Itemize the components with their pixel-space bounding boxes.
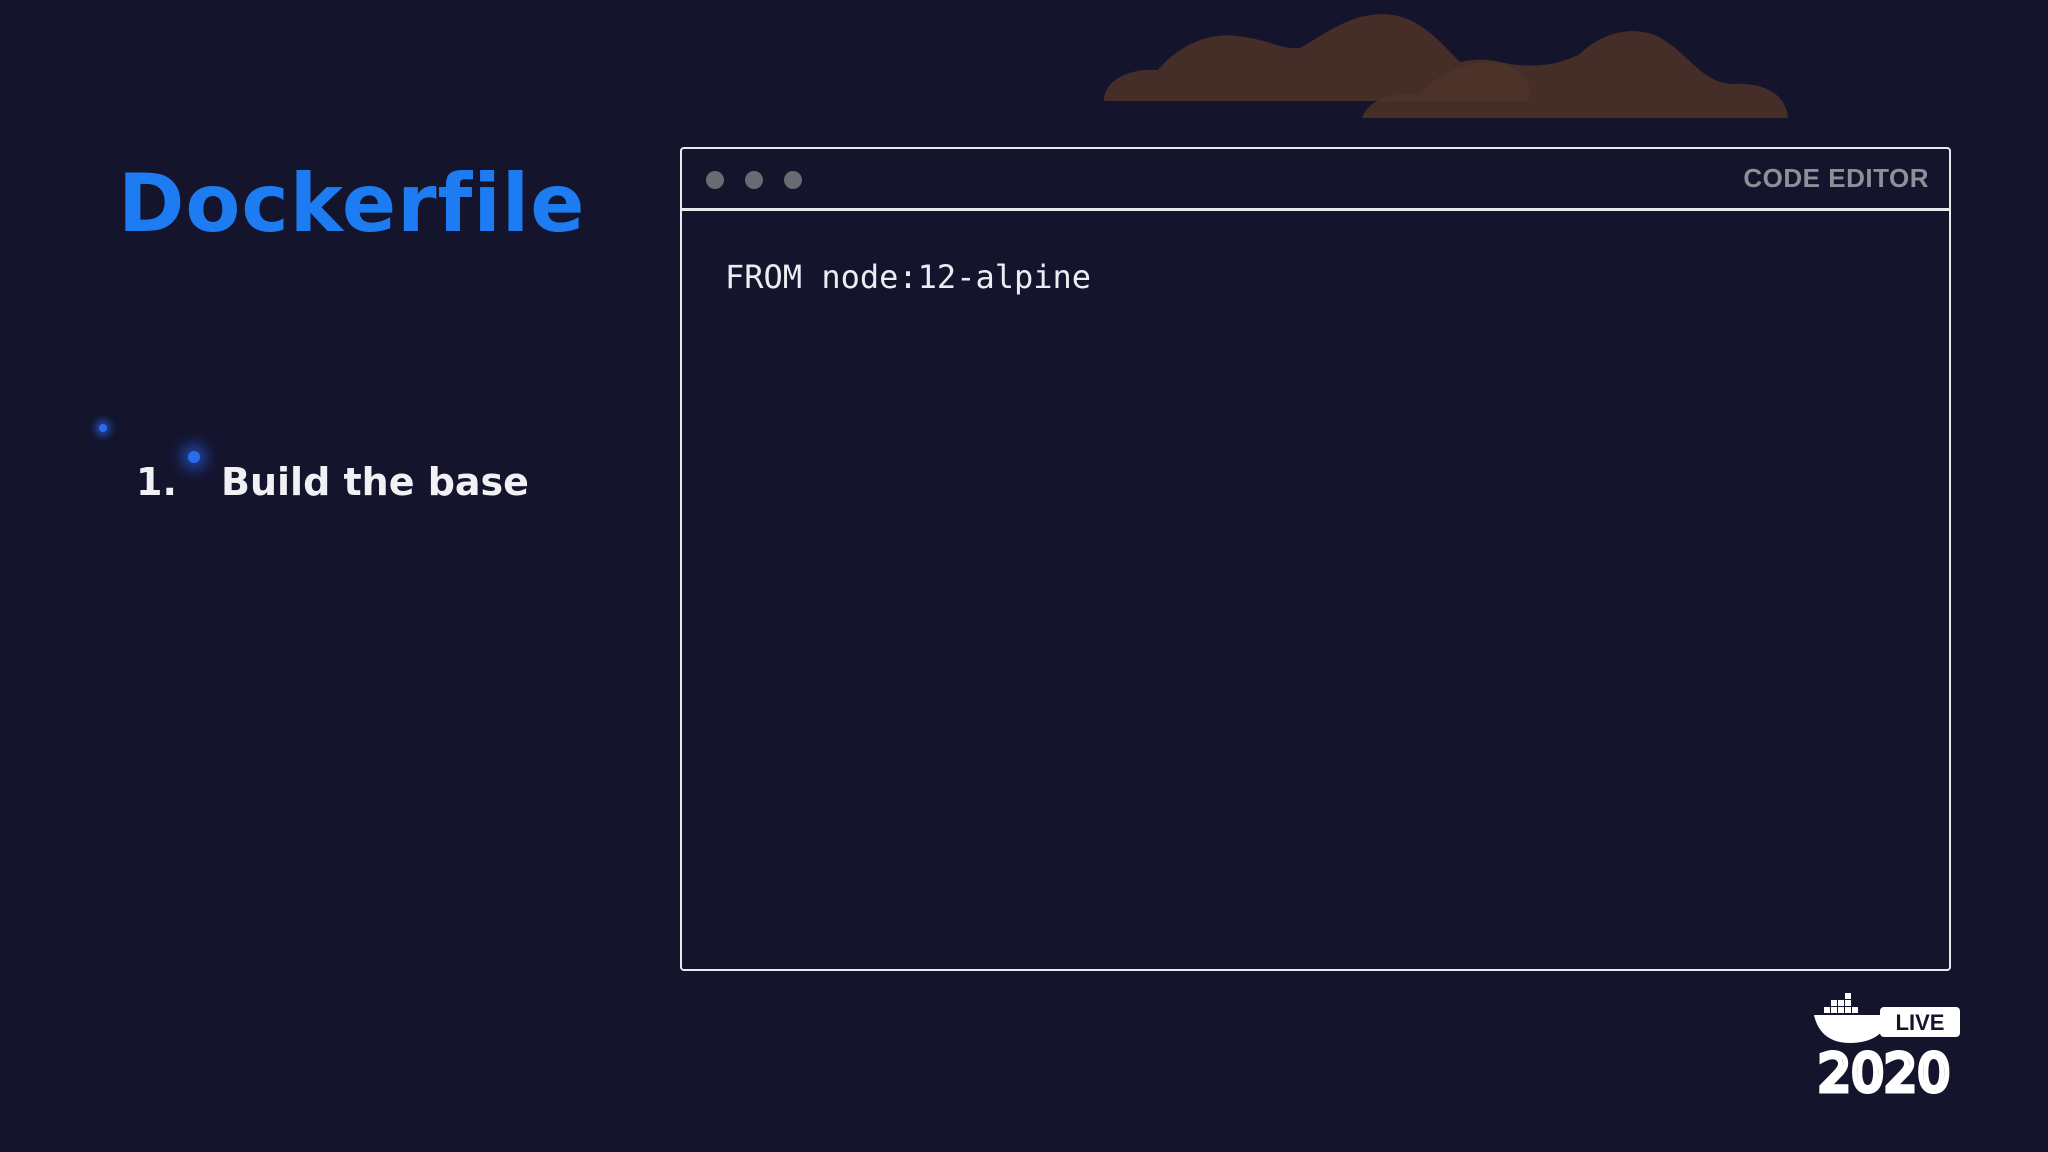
step-item: 1. Build the base bbox=[136, 456, 529, 508]
step-label: Build the base bbox=[221, 460, 529, 504]
live-badge: LIVE bbox=[1880, 1007, 1960, 1037]
step-number: 1. bbox=[136, 460, 177, 504]
window-dot bbox=[784, 171, 802, 189]
glow-dot-decoration bbox=[99, 424, 107, 432]
window-dots-icon bbox=[706, 171, 802, 189]
year-text: 2020 bbox=[1818, 1044, 1950, 1097]
docker-live-2020-logo: LIVE 2020 bbox=[1814, 993, 1960, 1097]
presentation-slide: Dockerfile 1. Build the base CODE EDITOR… bbox=[0, 0, 2048, 1152]
window-dot bbox=[706, 171, 724, 189]
window-dot bbox=[745, 171, 763, 189]
live-badge-text: LIVE bbox=[1896, 1010, 1945, 1035]
editor-title-bar: CODE EDITOR bbox=[682, 149, 1949, 211]
slide-title: Dockerfile bbox=[118, 157, 586, 250]
code-editor-window: CODE EDITOR FROM node:12-alpine bbox=[680, 147, 1951, 971]
cloud-decoration bbox=[1104, 14, 1788, 119]
editor-label: CODE EDITOR bbox=[1743, 163, 1929, 193]
code-content: FROM node:12-alpine bbox=[725, 258, 1092, 296]
